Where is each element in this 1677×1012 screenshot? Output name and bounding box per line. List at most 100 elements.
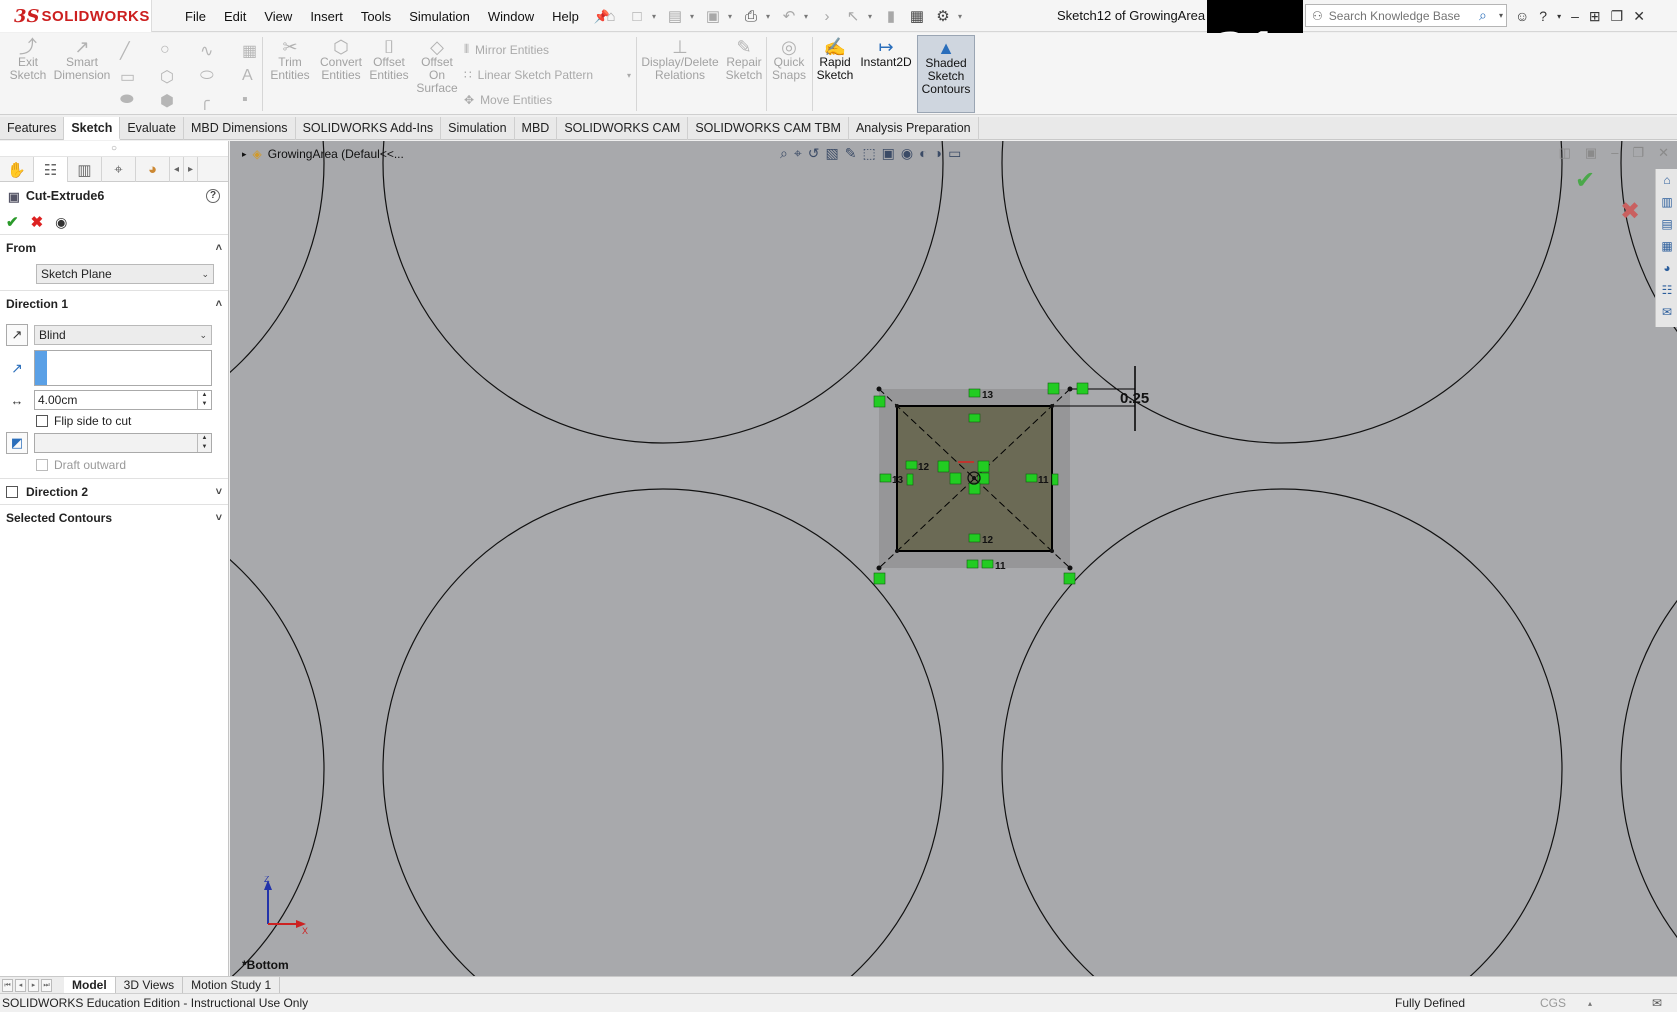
equal-relation-marker[interactable] xyxy=(968,533,981,543)
vertex-point[interactable] xyxy=(895,549,899,553)
chevron-down-icon[interactable]: ▾ xyxy=(690,12,698,21)
tab-solidworks-cam-tbm[interactable]: SOLIDWORKS CAM TBM xyxy=(688,117,849,140)
next-tab-icon[interactable]: ▸ xyxy=(28,978,39,992)
minimize-icon[interactable]: – xyxy=(1611,145,1618,161)
linear-sketch-pattern-button[interactable]: ∷ Linear Sketch Pattern ▾ xyxy=(464,68,631,82)
fix-relation-marker[interactable] xyxy=(1063,572,1076,585)
point-icon[interactable]: ▪ xyxy=(242,91,248,109)
preview-eye-icon[interactable]: ◉ xyxy=(55,214,67,231)
end-condition-select[interactable]: Blind ⌄ xyxy=(34,325,212,345)
dimxpert-tab-icon[interactable]: ⌖ xyxy=(102,157,136,182)
equal-relation-marker[interactable] xyxy=(968,413,981,423)
unit-system-status[interactable]: CGS xyxy=(1540,996,1566,1010)
print-icon[interactable]: ⎙ xyxy=(740,5,762,27)
chevron-down-icon[interactable]: ▾ xyxy=(652,12,660,21)
menu-insert[interactable]: Insert xyxy=(301,9,352,24)
cancel-x-icon[interactable]: ✖ xyxy=(1620,197,1640,226)
chevron-down-icon[interactable]: ▾ xyxy=(804,12,812,21)
tab-3d-views[interactable]: 3D Views xyxy=(116,976,184,994)
selected-contours-group-header[interactable]: Selected Contours ˅ xyxy=(0,504,228,530)
tab-analysis-preparation[interactable]: Analysis Preparation xyxy=(849,117,979,140)
ok-check-icon[interactable]: ✔ xyxy=(6,213,19,231)
exit-sketch-button[interactable]: ⤴ Exit Sketch xyxy=(8,38,48,82)
rapid-sketch-button[interactable]: ✍ Rapid Sketch xyxy=(814,38,856,82)
user-icon[interactable]: ☺ xyxy=(1515,8,1529,24)
zoom-to-fit-icon[interactable]: ⌕ xyxy=(780,145,788,162)
tab-model[interactable]: Model xyxy=(64,976,116,994)
chevron-left-icon[interactable]: ◂ xyxy=(170,157,184,182)
chevron-down-icon[interactable]: ▾ xyxy=(1557,12,1561,21)
minimize-icon[interactable]: – xyxy=(1571,8,1579,24)
ellipse-icon[interactable]: ⬭ xyxy=(200,67,214,85)
solidworks-logo[interactable]: 3S SOLIDWORKS xyxy=(0,0,152,32)
view-palette-icon[interactable]: ▦ xyxy=(1658,239,1676,257)
help-icon[interactable]: ? xyxy=(1539,8,1547,24)
tab-solidworks-cam[interactable]: SOLIDWORKS CAM xyxy=(557,117,689,140)
equal-relation-marker[interactable] xyxy=(1025,473,1038,483)
vertex-point[interactable] xyxy=(876,565,882,571)
first-tab-icon[interactable]: ⏮ xyxy=(2,978,13,992)
chevron-down-icon[interactable]: ▾ xyxy=(958,12,966,21)
restore-icon[interactable]: ❐ xyxy=(1611,8,1624,25)
fix-relation-marker[interactable] xyxy=(1076,382,1089,395)
tab-mbd[interactable]: MBD xyxy=(515,117,558,140)
chevron-up-icon[interactable]: ˄ xyxy=(216,298,222,310)
hide-show-items-icon[interactable]: ◉ xyxy=(901,145,913,162)
chevron-down-icon[interactable]: ▾ xyxy=(766,12,774,21)
fillet-icon[interactable]: ╭ xyxy=(200,91,210,111)
last-tab-icon[interactable]: ⏭ xyxy=(41,978,52,992)
redo-icon[interactable]: › xyxy=(816,5,838,27)
close-icon[interactable]: ✕ xyxy=(1658,145,1669,161)
help-icon[interactable]: ? xyxy=(206,189,220,203)
draft-icon[interactable]: ◩ xyxy=(6,432,28,454)
zoom-to-area-icon[interactable]: ⌖ xyxy=(794,145,802,162)
smart-dimension-button[interactable]: ↗ Smart Dimension xyxy=(52,38,112,82)
polygon-icon[interactable]: ⬡ xyxy=(160,67,174,87)
vertex-point[interactable] xyxy=(1050,404,1054,408)
tab-simulation[interactable]: Simulation xyxy=(441,117,515,140)
text-icon[interactable]: A xyxy=(242,67,253,85)
vertex-point[interactable] xyxy=(895,404,899,408)
chevron-down-icon[interactable]: ˅ xyxy=(216,512,222,524)
chevron-down-icon[interactable]: ▾ xyxy=(728,12,736,21)
chevron-down-icon[interactable]: ▾ xyxy=(868,12,876,21)
open-folder-icon[interactable]: ▤ xyxy=(664,5,686,27)
appearances-icon[interactable]: ◕ xyxy=(1658,261,1676,279)
confirm-check-icon[interactable]: ✔ xyxy=(1575,166,1640,195)
rectangle-icon[interactable]: ▭ xyxy=(120,67,135,87)
midpoint-relation-marker[interactable] xyxy=(977,460,990,473)
chevron-up-icon[interactable]: ▴ xyxy=(1588,999,1592,1008)
forum-icon[interactable]: ✉ xyxy=(1658,305,1676,323)
menu-file[interactable]: File xyxy=(176,9,215,24)
slot-icon[interactable]: ⬬ xyxy=(120,91,134,109)
from-select[interactable]: Sketch Plane ⌄ xyxy=(36,264,214,284)
file-explorer-icon[interactable]: ▤ xyxy=(1658,217,1676,235)
graphics-area[interactable]: 0.25 13 13 11 11 12 12 ▸ ◈ GrowingArea (… xyxy=(230,141,1677,976)
chevron-right-icon[interactable]: ▸ xyxy=(184,157,198,182)
offset-on-surface-button[interactable]: ◇ Offset On Surface xyxy=(414,38,460,95)
configuration-manager-tab-icon[interactable]: ▥ xyxy=(68,157,102,182)
tab-features[interactable]: Features xyxy=(0,117,65,140)
fix-relation-marker[interactable] xyxy=(1047,382,1060,395)
equal-relation-marker[interactable] xyxy=(981,559,994,569)
dimension-value[interactable]: 0.25 xyxy=(1120,390,1149,407)
messages-icon[interactable]: ✉ xyxy=(1652,996,1662,1010)
display-delete-relations-button[interactable]: ⊥ Display/Delete Relations xyxy=(640,38,720,82)
cancel-x-icon[interactable]: ✖ xyxy=(31,213,44,231)
reverse-direction-icon[interactable]: ↗ xyxy=(6,324,28,346)
save-icon[interactable]: ▣ xyxy=(702,5,724,27)
direction1-group-header[interactable]: Direction 1 ˄ xyxy=(0,290,228,316)
direction2-group-header[interactable]: Direction 2 ˅ xyxy=(0,478,228,504)
tab-mbd-dimensions[interactable]: MBD Dimensions xyxy=(184,117,296,140)
menu-help[interactable]: Help xyxy=(543,9,588,24)
tile-windows-icon[interactable]: ⊞ xyxy=(1589,8,1601,25)
chevron-down-icon[interactable]: ▾ xyxy=(627,71,631,80)
sketch-canvas[interactable]: 0.25 13 13 11 11 12 12 xyxy=(230,141,1677,976)
move-entities-button[interactable]: ✥ Move Entities xyxy=(464,93,552,107)
previous-tab-icon[interactable]: ◂ xyxy=(15,978,26,992)
from-group-header[interactable]: From ˄ xyxy=(0,234,228,260)
hexagon-icon[interactable]: ⬢ xyxy=(160,91,174,111)
quick-snaps-button[interactable]: ◎ Quick Snaps xyxy=(770,38,808,82)
vertex-point[interactable] xyxy=(876,386,882,392)
midpoint-relation-marker[interactable] xyxy=(949,472,962,485)
